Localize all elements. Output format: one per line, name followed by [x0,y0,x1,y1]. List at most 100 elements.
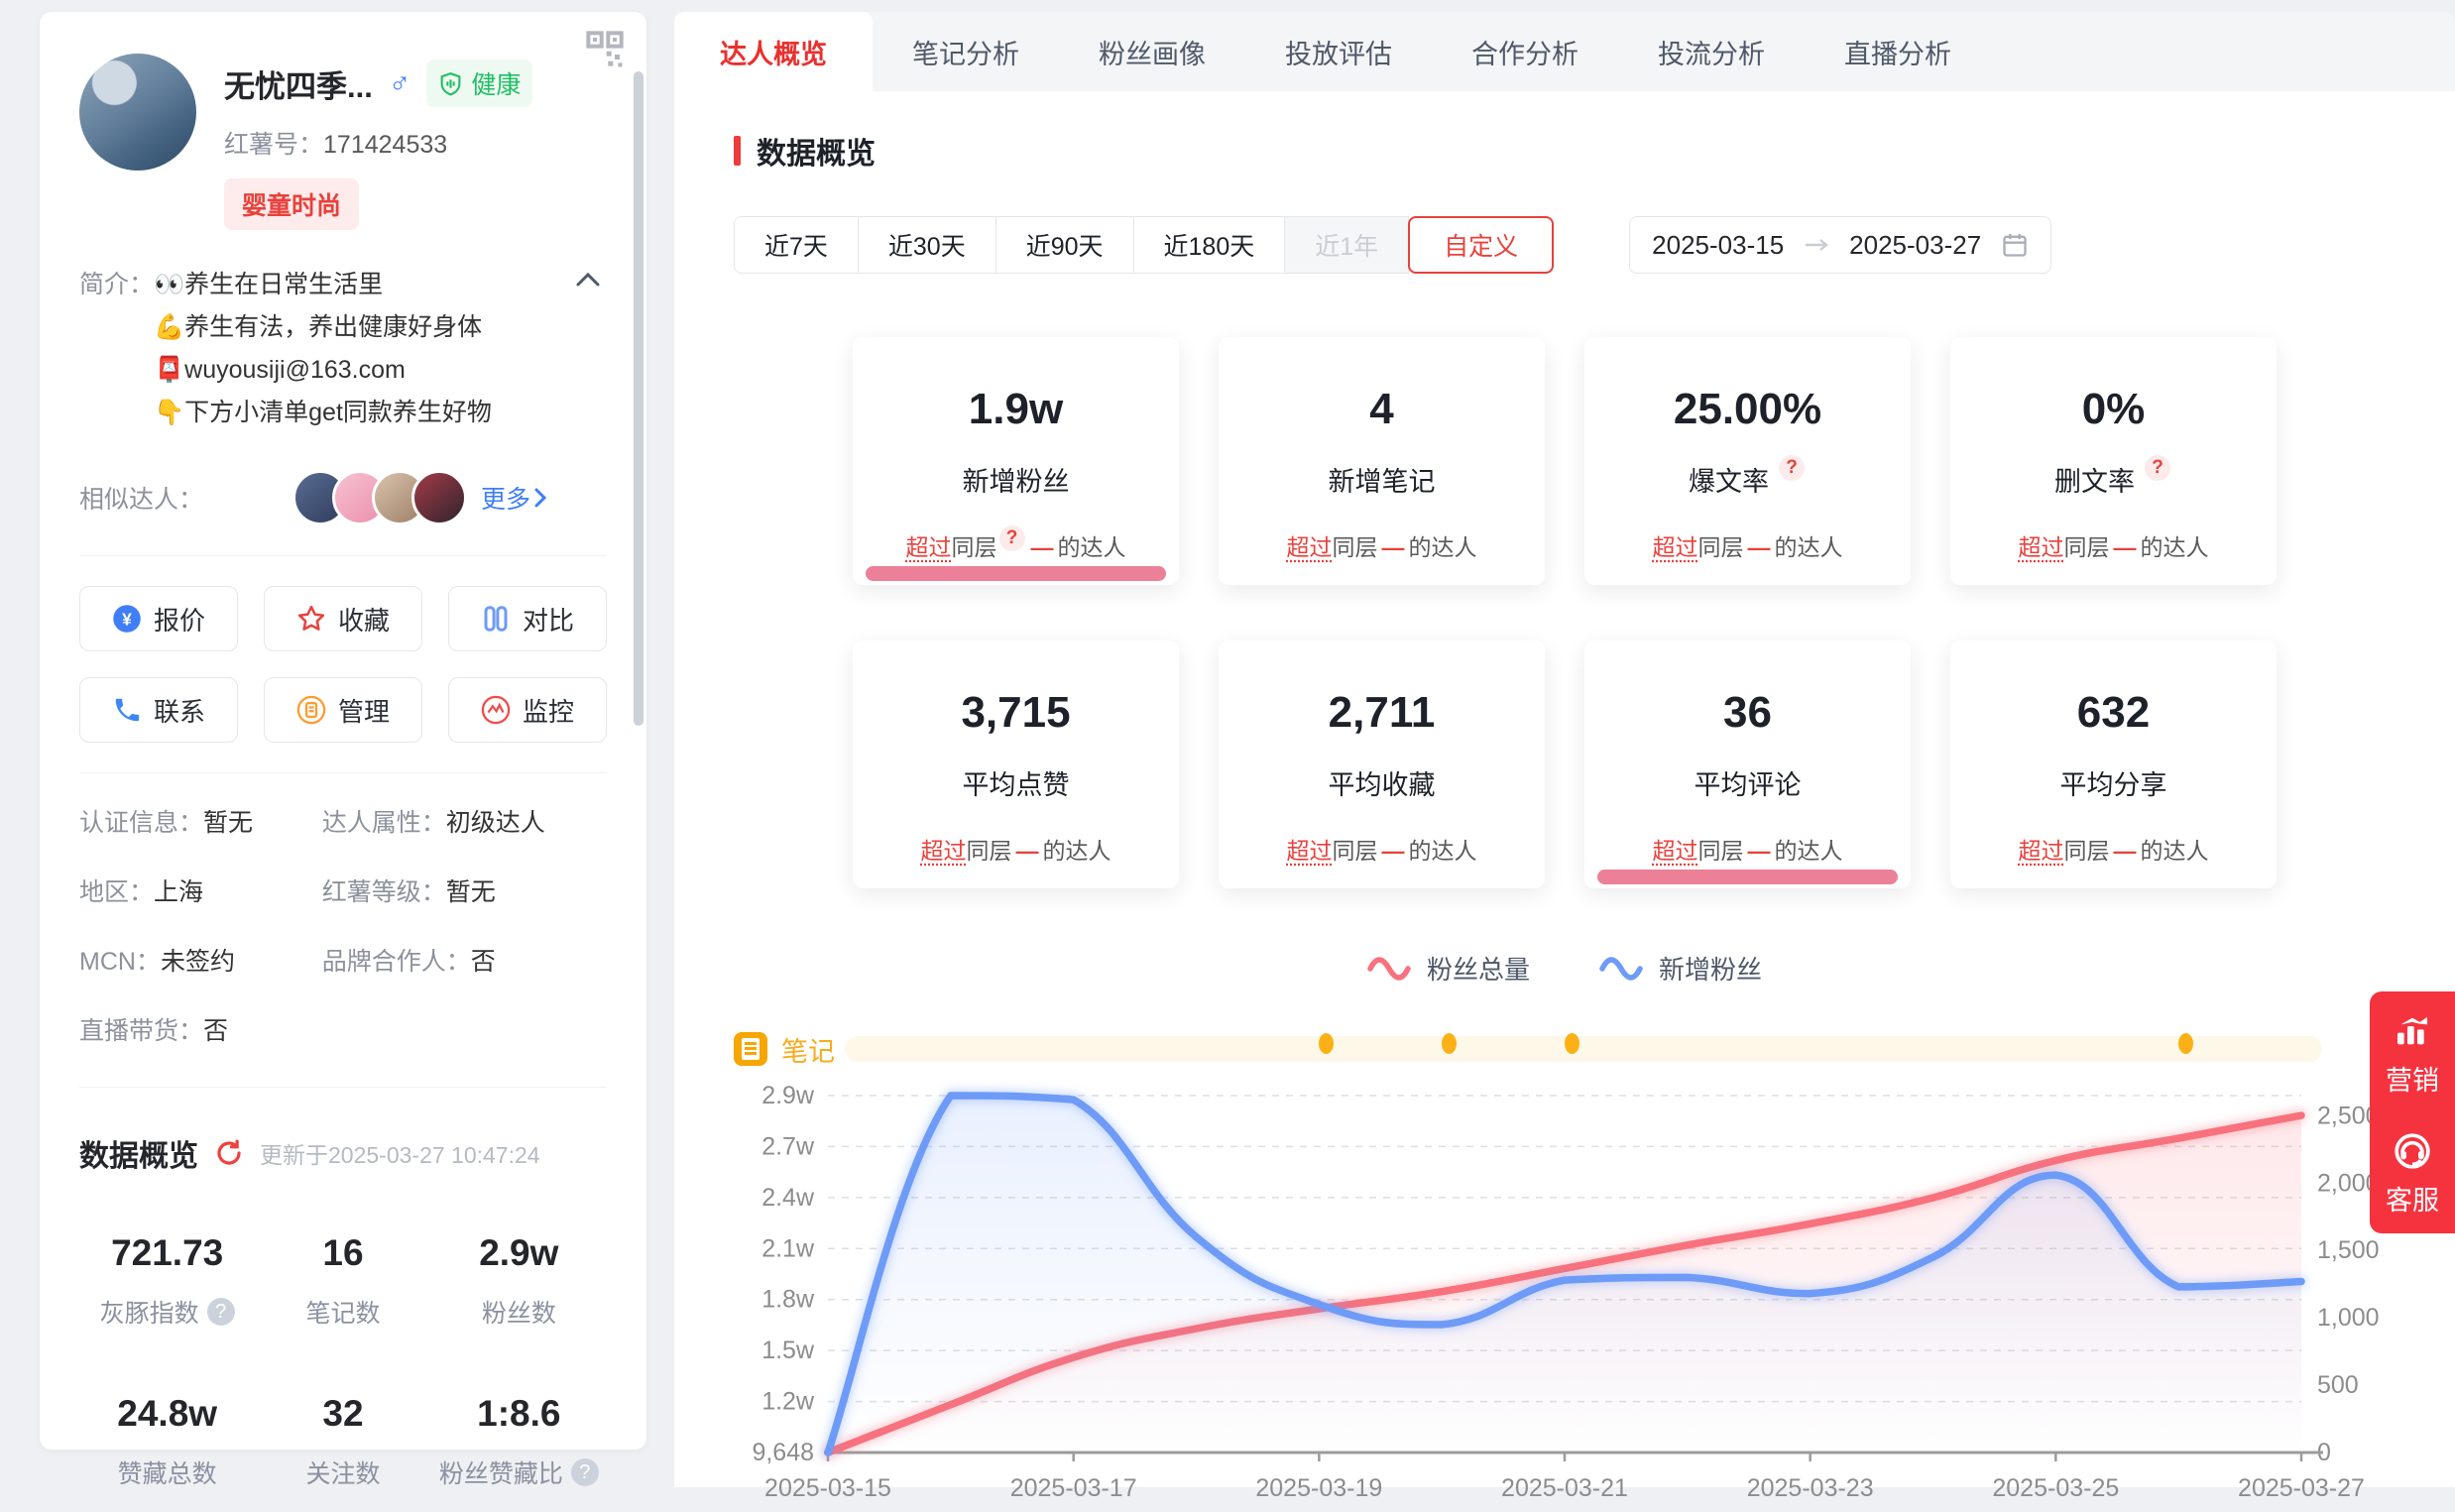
overview-stat: 2.9w 粉丝数 [431,1232,607,1330]
creator-profile-panel: 无忧四季... ♂ 健康 红薯号：171424533 婴童时尚 简介： 👀养生在… [40,12,646,1450]
对比-button[interactable]: 对比 [448,586,607,651]
overview-stat: 32 关注数 [255,1393,430,1490]
metric-card-平均分享[interactable]: 632 平均分享 超过同层—的达人 [1950,640,2277,888]
stat-value: 24.8w [79,1393,255,1435]
收藏-button[interactable]: 收藏 [264,586,422,651]
attribute-row: 认证信息：暂无 [79,803,322,839]
similar-more-link[interactable]: 更多 [481,480,550,516]
metric-compare: 超过同层—的达人 [1219,528,1545,562]
attribute-row: 品牌合作人：否 [322,942,607,978]
end-date: 2025-03-27 [1849,230,1981,261]
support-icon [2393,1131,2432,1171]
qr-code-icon[interactable] [585,30,625,69]
metric-label: 平均收藏 [1219,763,1545,802]
intro-line: 👇下方小清单get同款养生好物 [154,392,492,434]
svg-text:¥: ¥ [122,609,132,629]
filter-近90天[interactable]: 近90天 [995,216,1134,274]
avatar[interactable] [411,470,467,525]
filter-近180天[interactable]: 近180天 [1133,216,1286,274]
svg-text:1.8w: 1.8w [761,1286,815,1314]
attribute-row: 地区：上海 [79,872,322,908]
metric-compare: 超过同层—的达人 [1584,832,1911,866]
followers-trend-chart[interactable]: 2.9w2.7w2.4w2.1w1.8w1.5w1.2w9,6482,5002,… [734,1080,2396,1512]
metric-card-平均评论[interactable]: 36 平均评论 超过同层—的达人 [1584,640,1911,888]
date-range-picker[interactable]: 2025-03-15 2025-03-27 [1629,216,2051,274]
svg-text:9,648: 9,648 [752,1439,814,1466]
help-icon[interactable]: ? [571,1458,599,1486]
wave-icon [1599,956,1643,982]
help-icon[interactable]: ? [2145,455,2170,481]
stat-label: 关注数 [255,1454,430,1490]
svg-text:2025-03-27: 2025-03-27 [2238,1474,2365,1502]
section-accent-bar [734,136,741,166]
refresh-icon[interactable] [214,1138,244,1168]
health-badge: 健康 [426,59,532,107]
phone-icon [112,695,142,725]
collapse-chevron-icon[interactable] [573,270,603,290]
tab-投放评估[interactable]: 投放评估 [1245,12,1432,91]
note-publish-dot[interactable] [1319,1033,1334,1054]
help-icon[interactable]: ? [207,1298,235,1326]
note-publish-dot[interactable] [2178,1033,2193,1054]
note-icon [734,1032,767,1066]
note-publish-dot[interactable] [1442,1033,1457,1054]
updated-timestamp: 更新于2025-03-27 10:47:24 [260,1136,540,1170]
metric-value: 632 [1950,688,2277,738]
stat-value: 2.9w [431,1232,607,1274]
metric-compare: 超过同层—的达人 [853,832,1179,866]
arrow-right-icon [1804,238,1829,252]
similar-creator-avatars[interactable] [292,470,467,525]
metric-label: 平均评论 [1584,763,1911,802]
metric-card-平均点赞[interactable]: 3,715 平均点赞 超过同层—的达人 [853,640,1179,888]
price-icon: ¥ [112,604,142,634]
star-icon [296,604,326,634]
date-filter-group: 近7天近30天近90天近180天近1年自定义 [734,216,1554,274]
svg-text:2.7w: 2.7w [761,1132,815,1160]
管理-button[interactable]: 管理 [264,677,422,743]
attribute-row: MCN：未签约 [79,942,322,978]
filter-近7天[interactable]: 近7天 [734,216,859,274]
filter-自定义[interactable]: 自定义 [1408,216,1554,274]
intro-text: 👀养生在日常生活里💪养生有法，养出健康好身体📮wuyousiji@163.com… [154,264,492,434]
tab-达人概览[interactable]: 达人概览 [674,12,873,91]
stat-label: 赞藏总数 [79,1454,255,1490]
marketing-icon [2393,1011,2432,1051]
metric-value: 2,711 [1219,688,1545,738]
legend-粉丝总量[interactable]: 粉丝总量 [1367,950,1530,987]
account-id: 171424533 [323,131,447,159]
metric-card-删文率[interactable]: 0% 删文率? 超过同层—的达人 [1950,337,2277,585]
监控-button[interactable]: 监控 [448,677,607,743]
section-title: 数据概览 [757,129,876,173]
legend-新增粉丝[interactable]: 新增粉丝 [1599,950,1762,987]
metric-card-爆文率[interactable]: 25.00% 爆文率? 超过同层—的达人 [1584,337,1911,585]
营销-float-button[interactable]: 营销 [2386,1011,2439,1098]
attribute-row: 直播带货：否 [79,1011,322,1047]
svg-text:1,000: 1,000 [2317,1304,2380,1332]
filter-近1年[interactable]: 近1年 [1284,216,1409,274]
tab-笔记分析[interactable]: 笔记分析 [873,12,1059,91]
help-icon[interactable]: ? [1779,455,1805,481]
sidebar-scrollbar[interactable] [634,71,643,726]
tab-粉丝画像[interactable]: 粉丝画像 [1059,12,1245,91]
metric-card-新增笔记[interactable]: 4 新增笔记 超过同层—的达人 [1219,337,1545,585]
help-icon[interactable]: ? [999,525,1025,551]
tab-合作分析[interactable]: 合作分析 [1432,12,1618,91]
notes-timeline-strip [845,1036,2322,1062]
stat-value: 1:8.6 [431,1393,607,1435]
filter-近30天[interactable]: 近30天 [858,216,996,274]
metric-value: 1.9w [853,385,1179,434]
chart-legend: 粉丝总量 新增粉丝 [734,950,2396,987]
selected-indicator [1597,870,1898,884]
tab-投流分析[interactable]: 投流分析 [1618,12,1805,91]
note-publish-dot[interactable] [1565,1033,1579,1054]
客服-float-button[interactable]: 客服 [2386,1131,2439,1218]
tab-直播分析[interactable]: 直播分析 [1805,12,1991,91]
metric-card-新增粉丝[interactable]: 1.9w 新增粉丝 超过同层?—的达人 [853,337,1179,585]
top-tabbar: 达人概览笔记分析粉丝画像投放评估合作分析投流分析直播分析 [674,12,2455,91]
trend-chart-svg[interactable]: 2.9w2.7w2.4w2.1w1.8w1.5w1.2w9,6482,5002,… [734,1080,2396,1512]
svg-text:500: 500 [2317,1371,2359,1399]
metric-compare: 超过同层—的达人 [1584,528,1911,562]
联系-button[interactable]: 联系 [79,677,238,743]
报价-button[interactable]: ¥ 报价 [79,586,238,651]
metric-card-平均收藏[interactable]: 2,711 平均收藏 超过同层—的达人 [1219,640,1545,888]
